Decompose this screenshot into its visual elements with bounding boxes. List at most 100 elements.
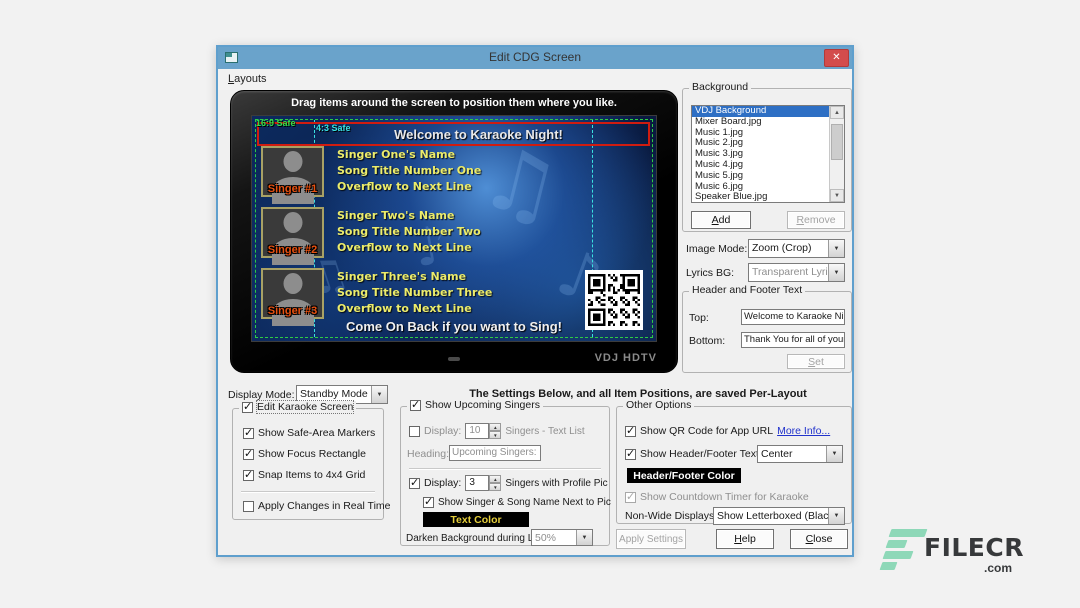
edit-karaoke-group: Edit Karaoke Screen Show Safe-Area Marke… (232, 408, 384, 520)
darken-value: 50% (532, 530, 576, 545)
text-list-checkbox[interactable] (409, 426, 420, 437)
person-silhouette-icon (283, 151, 302, 172)
hf-text-label: Show Header/Footer Text (640, 448, 759, 460)
header-footer-color-button[interactable]: Header/Footer Color (627, 468, 741, 483)
top-label: Top: (689, 312, 709, 324)
header-footer-legend: Header and Footer Text (689, 284, 805, 296)
divider (241, 491, 375, 492)
logo-bar (889, 529, 928, 537)
bottom-text-input[interactable]: Thank You for all of your sup (741, 332, 845, 348)
list-item[interactable]: Mixer Board.jpg (692, 117, 829, 128)
text-list-suffix: Singers - Text List (505, 426, 584, 437)
darken-select[interactable]: 50% ▼ (531, 529, 593, 546)
chevron-down-icon[interactable]: ▼ (826, 446, 842, 462)
preview-header-text[interactable]: Welcome to Karaoke Night! (349, 127, 608, 142)
upcoming-singers-checkbox[interactable] (410, 400, 421, 411)
tv-brand-label: VDJ HDTV (595, 352, 657, 364)
real-time-checkbox[interactable] (243, 501, 254, 512)
chevron-down-icon[interactable]: ▼ (371, 386, 387, 403)
list-item[interactable]: Music 5.jpg (692, 171, 829, 182)
preview-footer-text[interactable]: Come On Back if you want to Sing! (314, 319, 594, 334)
text-list-count-value[interactable]: 10 (465, 423, 489, 439)
show-name-label: Show Singer & Song Name Next to Pic (438, 497, 611, 508)
singer-text-lines: Singer One's Name Song Title Number One … (337, 147, 481, 195)
chevron-down-icon[interactable]: ▼ (828, 264, 844, 281)
heading-input[interactable]: Upcoming Singers: (449, 445, 541, 461)
add-button[interactable]: Add (691, 211, 751, 229)
hf-position-value: Center (758, 446, 826, 462)
singer-name: Singer Three's Name (337, 269, 492, 285)
logo-bar (880, 562, 898, 570)
hf-position-select[interactable]: Center ▼ (757, 445, 843, 463)
singer-avatar: Singer #2 (261, 207, 324, 258)
chevron-down-icon[interactable]: ▼ (828, 508, 844, 524)
song-title: Song Title Number Three (337, 285, 492, 301)
filecr-wordmark: FILECR (924, 533, 1024, 562)
song-title: Song Title Number Two (337, 224, 481, 240)
apply-settings-button[interactable]: Apply Settings (616, 529, 686, 549)
pic-suffix: Singers with Profile Pic (505, 478, 607, 489)
edit-karaoke-checkbox[interactable] (242, 402, 253, 413)
display-text-label: Display: (424, 425, 461, 437)
qr-code-checkbox[interactable] (625, 426, 636, 437)
chevron-down-icon[interactable]: ▼ (576, 530, 592, 545)
lyrics-bg-select[interactable]: Transparent Lyrics ▼ (748, 263, 845, 282)
chevron-down-icon[interactable]: ▼ (828, 240, 844, 257)
image-mode-value: Zoom (Crop) (749, 240, 828, 257)
singer-text-lines: Singer Two's Name Song Title Number Two … (337, 208, 481, 256)
real-time-label: Apply Changes in Real Time (258, 500, 391, 512)
close-button[interactable]: Close (790, 529, 848, 549)
top-text-input[interactable]: Welcome to Karaoke Night! (741, 309, 845, 325)
list-item[interactable]: Speaker Blue.jpg (692, 192, 829, 202)
pic-count-value[interactable]: 3 (465, 475, 489, 491)
remove-button[interactable]: Remove (787, 211, 845, 229)
spin-up-icon[interactable]: ▲ (489, 475, 501, 483)
nonwide-label: Non-Wide Displays: (625, 510, 717, 522)
singer-slot-3[interactable]: Singer #3 Singer Three's Name Song Title… (261, 268, 601, 324)
set-button[interactable]: Set (787, 354, 845, 369)
singer-slot-1[interactable]: Singer #1 Singer One's Name Song Title N… (261, 146, 601, 202)
singer-name: Singer Two's Name (337, 208, 481, 224)
tv-power-led (448, 357, 460, 361)
snap-grid-checkbox[interactable] (243, 470, 254, 481)
show-name-checkbox[interactable] (423, 497, 434, 508)
bottom-label: Bottom: (689, 335, 725, 347)
background-legend: Background (689, 81, 751, 93)
spin-down-icon[interactable]: ▼ (489, 483, 501, 491)
nonwide-select[interactable]: Show Letterboxed (Black Bar ▼ (713, 507, 845, 525)
help-button[interactable]: Help (716, 529, 774, 549)
text-color-button[interactable]: Text Color (423, 512, 529, 527)
display-pic-label: Display: (424, 477, 461, 489)
hf-text-checkbox[interactable] (625, 449, 636, 460)
image-mode-select[interactable]: Zoom (Crop) ▼ (748, 239, 845, 258)
focus-rect-checkbox[interactable] (243, 449, 254, 460)
filecr-logo: FILECR .com (880, 527, 1040, 579)
close-icon[interactable] (824, 49, 849, 67)
pic-count-stepper[interactable]: 3 ▲▼ (465, 475, 501, 491)
nonwide-value: Show Letterboxed (Black Bar (714, 508, 828, 524)
menu-layouts[interactable]: Layouts (228, 73, 267, 85)
scrollbar[interactable]: ▲ ▼ (829, 106, 844, 202)
scroll-up-icon[interactable]: ▲ (830, 106, 844, 119)
text-list-count-stepper[interactable]: 10 ▲▼ (465, 423, 501, 439)
background-list[interactable]: VDJ Background Mixer Board.jpg Music 1.j… (691, 105, 845, 203)
safe-area-checkbox[interactable] (243, 428, 254, 439)
edit-karaoke-label: Edit Karaoke Screen (257, 401, 353, 413)
lyrics-bg-value: Transparent Lyrics (749, 264, 828, 281)
profile-pic-checkbox[interactable] (409, 478, 420, 489)
scrollbar-thumb[interactable] (831, 124, 843, 160)
spin-down-icon[interactable]: ▼ (489, 431, 501, 439)
qr-code[interactable] (585, 270, 643, 330)
tv-preview: Drag items around the screen to position… (230, 90, 678, 373)
lyrics-bg-label: Lyrics BG: (686, 267, 734, 279)
other-options-group: Other Options Show QR Code for App URL M… (616, 406, 852, 524)
singer-avatar: Singer #3 (261, 268, 324, 319)
scroll-down-icon[interactable]: ▼ (830, 189, 844, 202)
singer-slot-2[interactable]: Singer #2 Singer Two's Name Song Title N… (261, 207, 601, 263)
header-footer-group: Header and Footer Text Top: Welcome to K… (682, 291, 852, 373)
spin-up-icon[interactable]: ▲ (489, 423, 501, 431)
overflow-line: Overflow to Next Line (337, 179, 481, 195)
more-info-link[interactable]: More Info... (777, 425, 830, 437)
karaoke-screen-preview[interactable]: ♫ ♪ ♪ ♫ Welcome to Karaoke Night! 16:9 S… (251, 115, 657, 342)
countdown-checkbox (625, 492, 636, 503)
